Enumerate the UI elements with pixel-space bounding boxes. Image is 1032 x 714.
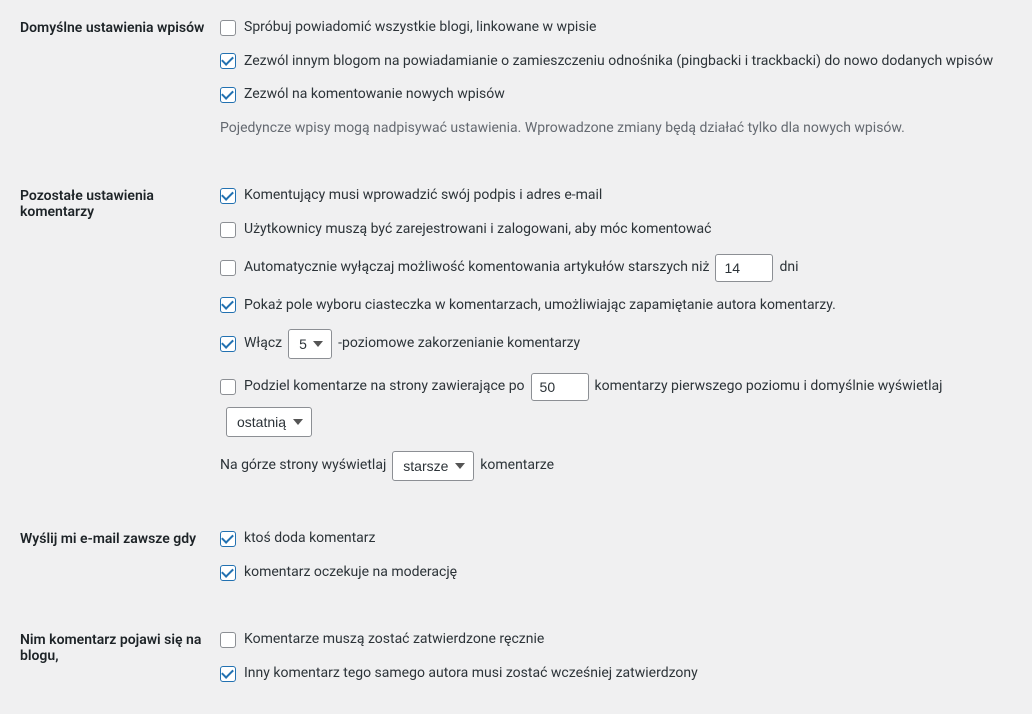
label-threaded-post: -poziomowe zakorzenianie komentarzy — [338, 334, 580, 354]
checkbox-cookie-optin[interactable] — [220, 297, 236, 313]
checkbox-prev-approved[interactable] — [220, 666, 236, 682]
label-ping-blogs[interactable]: Spróbuj powiadomić wszystkie blogi, link… — [244, 18, 596, 38]
checkbox-email-moderation[interactable] — [220, 565, 236, 581]
checkbox-require-registration[interactable] — [220, 222, 236, 238]
select-comment-order[interactable]: starsze — [392, 451, 474, 481]
label-require-name-email[interactable]: Komentujący musi wprowadzić swój podpis … — [244, 186, 602, 206]
label-threaded-pre[interactable]: Włącz — [244, 334, 282, 354]
label-require-registration[interactable]: Użytkownicy muszą być zarejestrowani i z… — [244, 220, 711, 240]
label-paginate-pre[interactable]: Podziel komentarze na strony zawierające… — [244, 377, 525, 397]
label-allow-pingback[interactable]: Zezwól innym blogom na powiadamianie o z… — [244, 52, 993, 72]
checkbox-require-name-email[interactable] — [220, 188, 236, 204]
label-paginate-mid: komentarzy pierwszego poziomu i domyślni… — [595, 377, 943, 397]
select-default-page[interactable]: ostatnią — [226, 407, 312, 437]
section-label-email-me: Wyślij mi e-mail zawsze gdy — [0, 511, 220, 612]
checkbox-manual-approve[interactable] — [220, 632, 236, 648]
label-email-moderation[interactable]: komentarz oczekuje na moderację — [244, 563, 457, 583]
label-order-post: komentarze — [480, 456, 554, 476]
section-label-before-appear: Nim komentarz pojawi się na blogu, — [0, 612, 220, 713]
label-close-old-post: dni — [779, 258, 798, 278]
checkbox-allow-pingback[interactable] — [220, 53, 236, 69]
section-label-default-post: Domyślne ustawienia wpisów — [0, 0, 220, 168]
input-close-days[interactable] — [715, 254, 773, 282]
label-manual-approve[interactable]: Komentarze muszą zostać zatwierdzone ręc… — [244, 630, 544, 650]
checkbox-close-old-comments[interactable] — [220, 260, 236, 276]
label-allow-comments[interactable]: Zezwól na komentowanie nowych wpisów — [244, 85, 505, 105]
label-order-pre: Na górze strony wyświetlaj — [220, 456, 386, 476]
label-prev-approved[interactable]: Inny komentarz tego samego autora musi z… — [244, 664, 698, 684]
checkbox-paginate[interactable] — [220, 379, 236, 395]
label-cookie-optin[interactable]: Pokaż pole wyboru ciasteczka w komentarz… — [244, 296, 836, 316]
label-close-old-pre[interactable]: Automatycznie wyłączaj możliwość komento… — [244, 258, 709, 278]
checkbox-email-new-comment[interactable] — [220, 531, 236, 547]
checkbox-allow-comments[interactable] — [220, 87, 236, 103]
checkbox-ping-blogs[interactable] — [220, 20, 236, 36]
description-default-post: Pojedyncze wpisy mogą nadpisywać ustawie… — [220, 119, 1022, 139]
input-per-page[interactable] — [531, 373, 589, 401]
section-label-other-comment: Pozostałe ustawienia komentarzy — [0, 168, 220, 511]
select-thread-depth[interactable]: 5 — [288, 329, 332, 359]
checkbox-threaded[interactable] — [220, 336, 236, 352]
label-email-new-comment[interactable]: ktoś doda komentarz — [244, 529, 375, 549]
